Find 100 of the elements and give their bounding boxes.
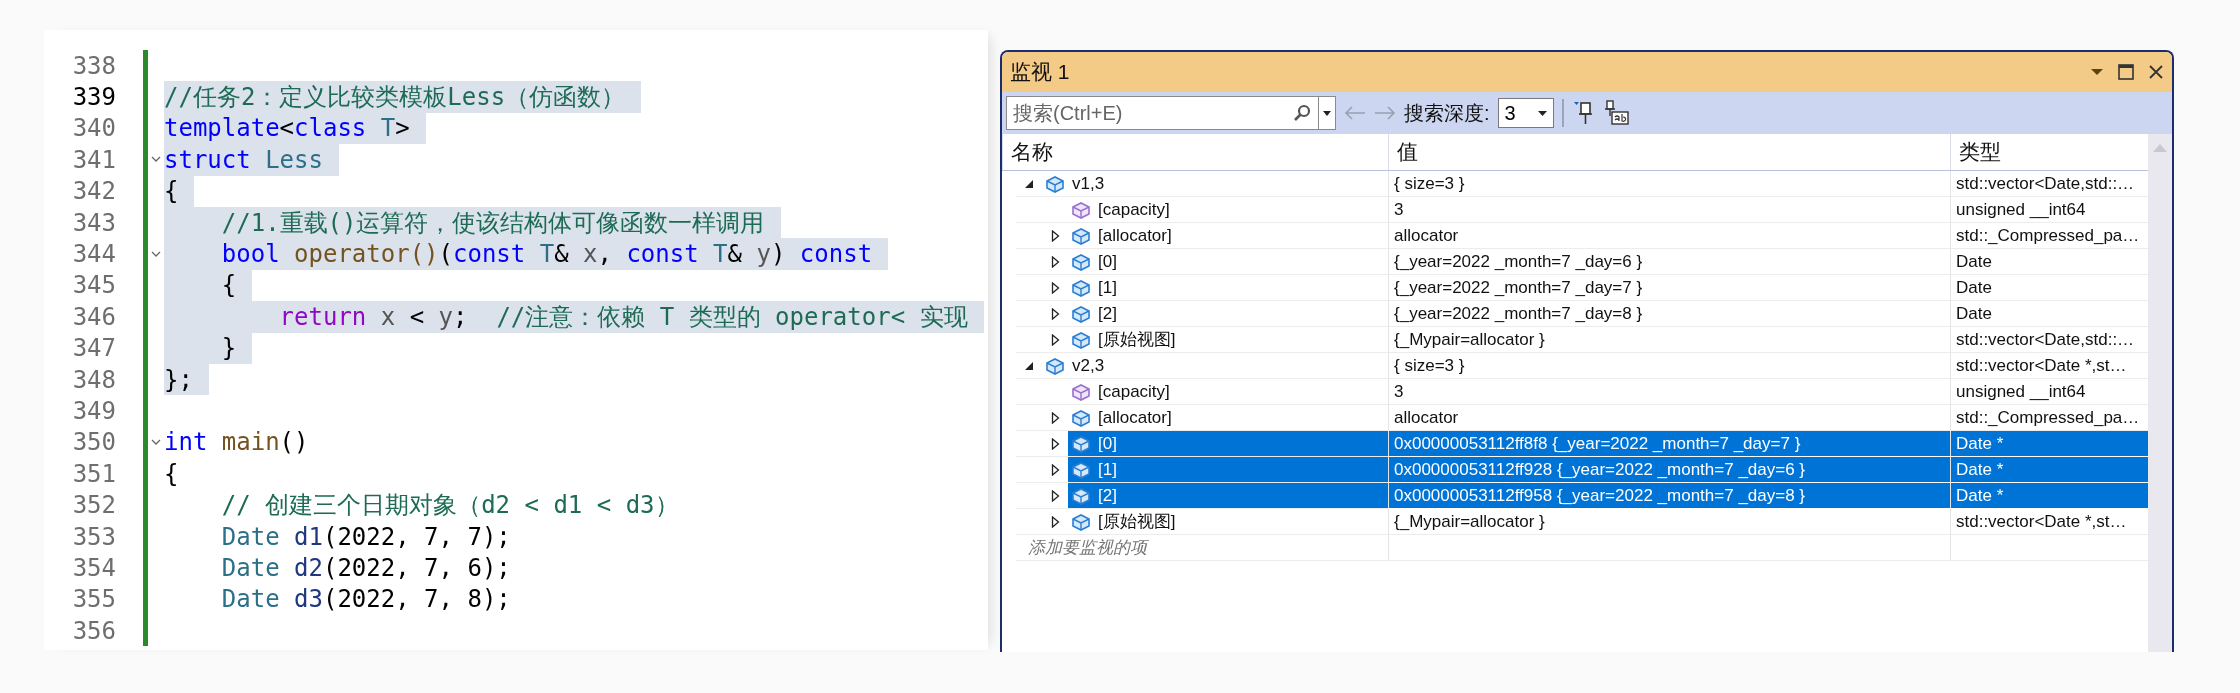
maximize-icon[interactable] — [2118, 64, 2134, 80]
window-title: 监视 1 — [1010, 59, 1070, 85]
line-number: 338 — [71, 51, 117, 80]
collapsed-arrow-icon[interactable] — [1050, 411, 1060, 424]
variable-name: [1] — [1098, 277, 1117, 298]
line-number: 342 — [71, 177, 117, 206]
variable-value: 0x00000053112ff928 {_year=2022 _month=7 _day=6 } — [1388, 457, 1950, 483]
watch-row[interactable]: [1] {_year=2022 _month=7 _day=7 } Date — [1002, 275, 2148, 301]
variable-type: Date * — [1950, 483, 2148, 509]
depth-dropdown[interactable]: 3 — [1497, 98, 1554, 128]
expanded-arrow-icon[interactable] — [1024, 178, 1034, 189]
watch-row[interactable]: [原始视图] {_Mypair=allocator } std::vector<Date,std::… — [1002, 327, 2148, 353]
box-icon — [1070, 511, 1092, 532]
variable-name: [原始视图] — [1098, 329, 1176, 351]
fold-chevron-icon[interactable] — [151, 250, 161, 258]
variable-name: [0] — [1098, 433, 1117, 454]
watch-row[interactable]: [0] {_year=2022 _month=7 _day=6 } Date — [1002, 249, 2148, 275]
variable-value: allocator — [1388, 223, 1950, 249]
line-number: 354 — [71, 553, 117, 582]
box-icon — [1070, 433, 1092, 454]
box-icon — [1070, 303, 1092, 324]
collapsed-arrow-icon[interactable] — [1050, 255, 1060, 268]
variable-value: {_Mypair=allocator } — [1388, 509, 1950, 535]
watch-row[interactable]: v2,3 { size=3 } std::vector<Date *,st… — [1002, 353, 2148, 379]
line-number: 341 — [71, 145, 117, 174]
variable-value: 0x00000053112ff958 {_year=2022 _month=7 _day=8 } — [1388, 483, 1950, 509]
box-icon — [1070, 407, 1092, 428]
variable-value: {_year=2022 _month=7 _day=8 } — [1388, 301, 1950, 327]
variable-value: {_year=2022 _month=7 _day=6 } — [1388, 249, 1950, 275]
caret-icon[interactable] — [1323, 110, 1331, 116]
close-icon[interactable] — [2148, 64, 2164, 80]
watch-row[interactable]: [2] {_year=2022 _month=7 _day=8 } Date — [1002, 301, 2148, 327]
line-number: 350 — [71, 428, 117, 457]
cube-icon — [1070, 381, 1092, 402]
collapsed-arrow-icon[interactable] — [1050, 229, 1060, 242]
column-header[interactable]: 值 — [1388, 134, 1950, 170]
variable-name: [allocator] — [1098, 225, 1172, 246]
line-number: 346 — [71, 302, 117, 331]
watch-row[interactable]: [allocator] allocator std::_Compressed_pa… — [1002, 223, 2148, 249]
watch-row[interactable]: [0] 0x00000053112ff8f8 {_year=2022 _month=7 _day=7 } Date * — [1002, 431, 2148, 457]
pin-text-icon[interactable] — [1603, 100, 1630, 126]
variable-name: [capacity] — [1098, 381, 1170, 402]
variable-name: v1,3 — [1072, 173, 1105, 194]
watch-row[interactable]: [2] 0x00000053112ff958 {_year=2022 _month=7 _day=8 } Date * — [1002, 483, 2148, 509]
box-icon — [1070, 485, 1092, 506]
box-icon — [1044, 355, 1066, 376]
collapsed-arrow-icon[interactable] — [1050, 333, 1060, 346]
expanded-arrow-icon[interactable] — [1024, 360, 1034, 371]
variable-name: [原始视图] — [1098, 511, 1176, 533]
cube-icon — [1070, 199, 1092, 220]
line-number: 339 — [71, 83, 117, 112]
variable-value: 3 — [1388, 379, 1950, 405]
watch-row[interactable]: [原始视图] {_Mypair=allocator } std::vector<Date *,st… — [1002, 509, 2148, 535]
watch-row[interactable]: [1] 0x00000053112ff928 {_year=2022 _month=7 _day=6 } Date * — [1002, 457, 2148, 483]
variable-value: 3 — [1388, 197, 1950, 223]
collapsed-arrow-icon[interactable] — [1050, 281, 1060, 294]
variable-value: {_Mypair=allocator } — [1388, 327, 1950, 353]
search-field[interactable]: 搜索(Ctrl+E) — [1006, 96, 1336, 130]
line-number: 352 — [71, 491, 117, 520]
variable-value: {_year=2022 _month=7 _day=7 } — [1388, 275, 1950, 301]
variable-type: Date * — [1950, 457, 2148, 483]
box-icon — [1044, 173, 1066, 194]
line-number: 351 — [71, 459, 117, 488]
variable-name: [allocator] — [1098, 407, 1172, 428]
box-icon — [1070, 251, 1092, 272]
collapsed-arrow-icon[interactable] — [1050, 307, 1060, 320]
collapsed-arrow-icon[interactable] — [1050, 437, 1060, 450]
variable-name: v2,3 — [1072, 355, 1105, 376]
collapsed-arrow-icon[interactable] — [1050, 489, 1060, 502]
variable-name: [1] — [1098, 459, 1117, 480]
line-number: 347 — [71, 334, 117, 363]
add-watch-placeholder[interactable]: 添加要监视的项 — [1016, 535, 1388, 561]
variable-name: [2] — [1098, 303, 1117, 324]
line-number: 344 — [71, 240, 117, 269]
line-number: 343 — [71, 208, 117, 237]
collapsed-arrow-icon[interactable] — [1050, 515, 1060, 528]
box-icon — [1070, 459, 1092, 480]
fold-chevron-icon[interactable] — [151, 156, 161, 164]
variable-value: { size=3 } — [1388, 353, 1950, 379]
caret-icon — [1537, 110, 1547, 116]
variable-name: [capacity] — [1098, 199, 1170, 220]
search-icon[interactable] — [1292, 103, 1312, 123]
line-number: 355 — [71, 585, 117, 614]
depth-label: 搜索深度: — [1404, 100, 1490, 126]
variable-value: 0x00000053112ff8f8 {_year=2022 _month=7 _day=7 } — [1388, 431, 1950, 457]
line-number: 348 — [71, 365, 117, 394]
line-number: 340 — [71, 114, 117, 143]
watch-row[interactable]: v1,3 { size=3 } std::vector<Date,std::… — [1002, 171, 2148, 197]
line-number: 356 — [71, 616, 117, 645]
variable-value: { size=3 } — [1388, 171, 1950, 197]
variable-type: Date * — [1950, 431, 2148, 457]
collapsed-arrow-icon[interactable] — [1050, 463, 1060, 476]
dropdown-icon[interactable] — [2090, 68, 2104, 76]
box-icon — [1070, 277, 1092, 298]
watch-row[interactable]: [capacity] 3 unsigned __int64 — [1002, 197, 2148, 223]
scrollbar[interactable] — [2148, 134, 2172, 652]
column-header[interactable]: 名称 — [1002, 134, 1388, 170]
watch-row[interactable]: [capacity] 3 unsigned __int64 — [1002, 379, 2148, 405]
fold-chevron-icon[interactable] — [151, 438, 161, 446]
variable-name: [2] — [1098, 485, 1117, 506]
